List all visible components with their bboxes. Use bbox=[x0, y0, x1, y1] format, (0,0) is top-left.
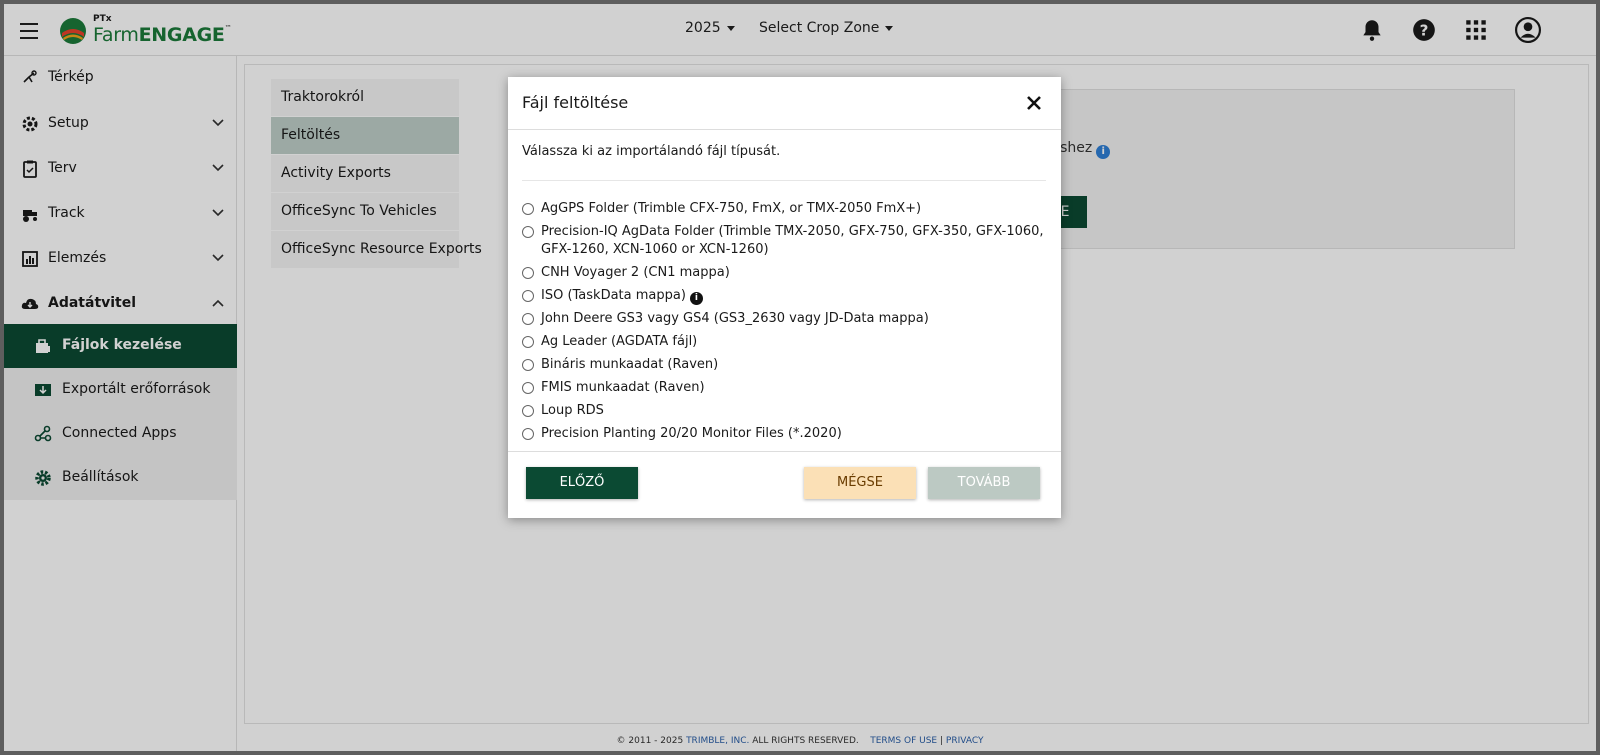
option-fmis-raven[interactable]: FMIS munkaadat (Raven) bbox=[522, 379, 1047, 397]
radio-button[interactable] bbox=[522, 267, 534, 279]
radio-button[interactable] bbox=[522, 226, 534, 238]
info-icon[interactable]: i bbox=[689, 292, 703, 305]
option-aggps-folder[interactable]: AgGPS Folder (Trimble CFX-750, FmX, or T… bbox=[522, 200, 1047, 218]
close-icon[interactable] bbox=[1023, 92, 1045, 114]
radio-button[interactable] bbox=[522, 428, 534, 440]
option-loup-rds[interactable]: Loup RDS bbox=[522, 402, 1047, 420]
file-type-options: AgGPS Folder (Trimble CFX-750, FmX, or T… bbox=[522, 200, 1047, 448]
radio-button[interactable] bbox=[522, 313, 534, 325]
radio-button[interactable] bbox=[522, 290, 534, 302]
dialog-divider bbox=[522, 180, 1046, 181]
app-window: PTx FarmENGAGE™ 2025 Select Crop Zone ? bbox=[4, 4, 1596, 751]
option-cnh-voyager-2[interactable]: CNH Voyager 2 (CN1 mappa) bbox=[522, 264, 1047, 282]
radio-button[interactable] bbox=[522, 382, 534, 394]
dialog-title: Fájl feltöltése bbox=[522, 93, 629, 112]
option-binary-raven[interactable]: Bináris munkaadat (Raven) bbox=[522, 356, 1047, 374]
radio-button[interactable] bbox=[522, 336, 534, 348]
radio-button[interactable] bbox=[522, 359, 534, 371]
next-button[interactable]: TOVÁBB bbox=[928, 467, 1040, 499]
option-john-deere-gs3-gs4[interactable]: John Deere GS3 vagy GS4 (GS3_2630 vagy J… bbox=[522, 310, 1047, 328]
option-precision-planting-2020[interactable]: Precision Planting 20/20 Monitor Files (… bbox=[522, 425, 1047, 443]
dialog-footer: ELŐZŐ MÉGSE TOVÁBB bbox=[508, 451, 1061, 518]
option-iso-taskdata[interactable]: ISO (TaskData mappa) i bbox=[522, 287, 1047, 305]
dialog-intro: Válassza ki az importálandó fájl típusát… bbox=[522, 144, 781, 159]
option-ag-leader[interactable]: Ag Leader (AGDATA fájl) bbox=[522, 333, 1047, 351]
radio-button[interactable] bbox=[522, 203, 534, 215]
previous-button[interactable]: ELŐZŐ bbox=[526, 467, 638, 499]
cancel-button[interactable]: MÉGSE bbox=[804, 467, 916, 499]
file-upload-dialog: Fájl feltöltése Válassza ki az importála… bbox=[508, 77, 1061, 518]
dialog-header: Fájl feltöltése bbox=[508, 77, 1061, 130]
option-precision-iq-agdata[interactable]: Precision-IQ AgData Folder (Trimble TMX-… bbox=[522, 223, 1047, 259]
radio-button[interactable] bbox=[522, 405, 534, 417]
